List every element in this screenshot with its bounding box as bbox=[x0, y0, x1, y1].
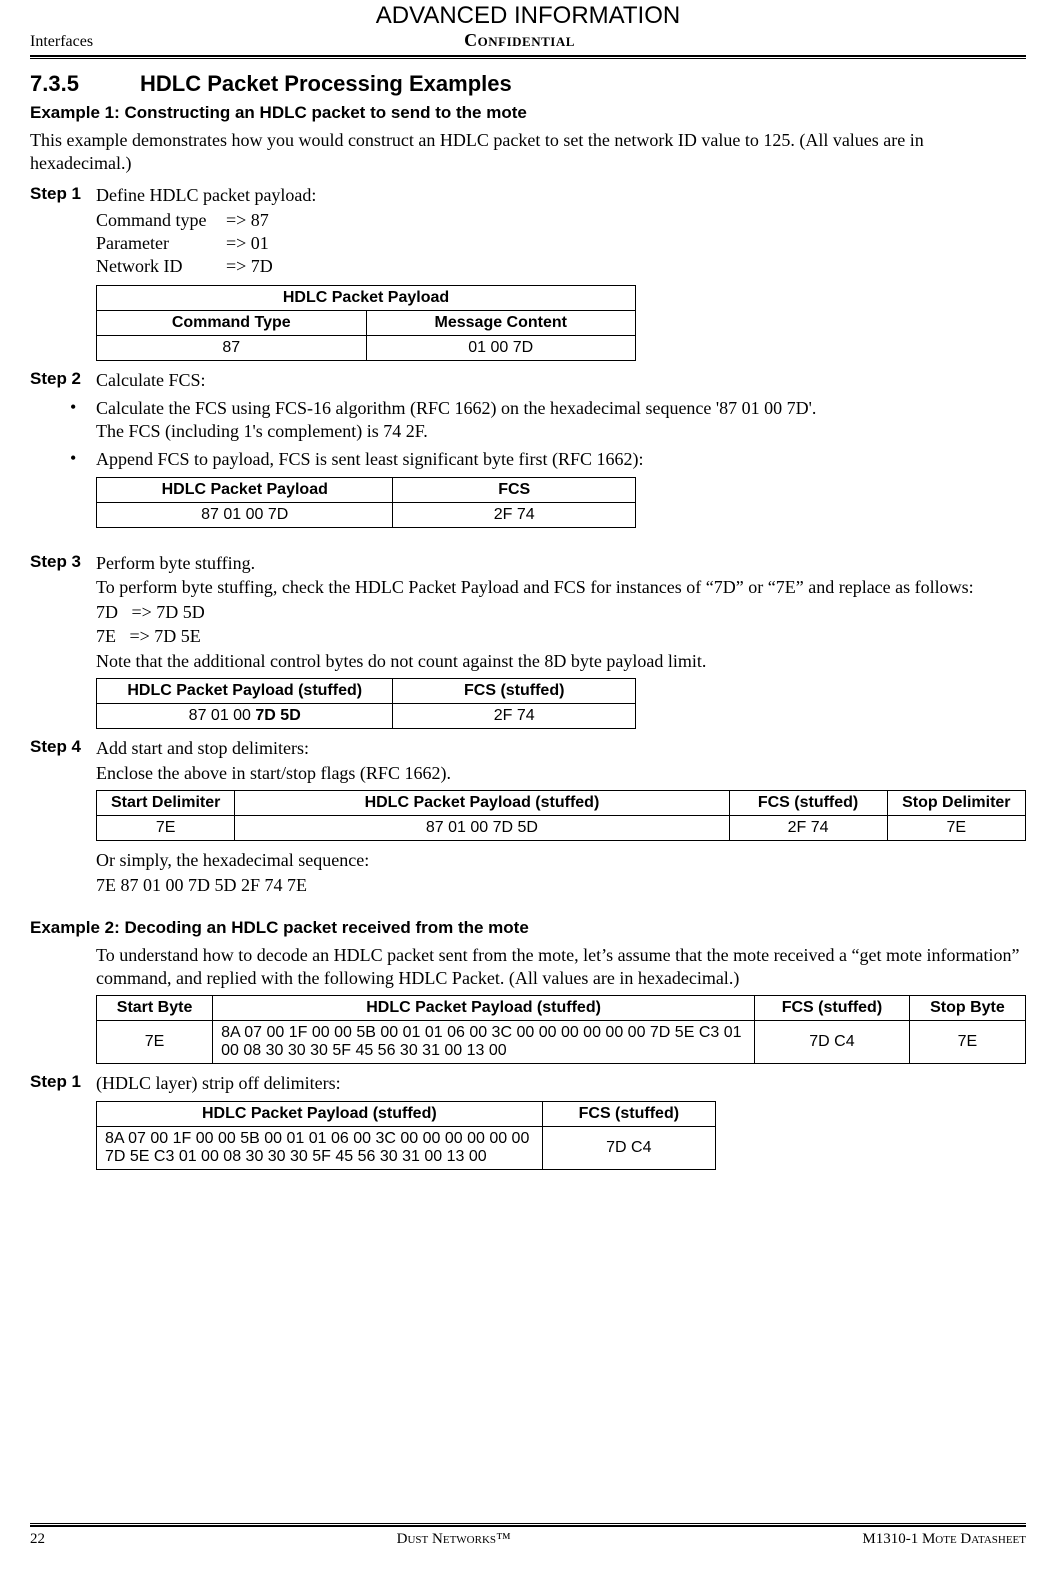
example2-title: Example 2: Decoding an HDLC packet recei… bbox=[30, 918, 1026, 938]
kv-key: Command type bbox=[96, 209, 226, 232]
table-header: HDLC Packet Payload bbox=[97, 477, 393, 502]
example2-intro: To understand how to decode an HDLC pack… bbox=[96, 944, 1026, 989]
step3-table: HDLC Packet Payload (stuffed) FCS (stuff… bbox=[96, 678, 636, 729]
table-header: Command Type bbox=[97, 310, 367, 335]
step4-seq: 7E 87 01 00 7D 5D 2F 74 7E bbox=[96, 874, 1026, 897]
step3-text: Perform byte stuffing. bbox=[96, 552, 255, 575]
step3-rule2: 7E => 7D 5E bbox=[96, 625, 1026, 648]
table-header: Start Byte bbox=[97, 996, 213, 1021]
step1-text: Define HDLC packet payload: bbox=[96, 184, 316, 207]
ex2-step1-label: Step 1 bbox=[30, 1072, 96, 1092]
step3-para: To perform byte stuffing, check the HDLC… bbox=[96, 576, 1026, 599]
table-cell: 7D C4 bbox=[755, 1021, 910, 1064]
footer-doc: M1310-1 Mote Datasheet bbox=[862, 1531, 1026, 1548]
kv-key: Parameter bbox=[96, 232, 226, 255]
table-header: HDLC Packet Payload bbox=[97, 285, 636, 310]
table-cell: 7E bbox=[909, 1021, 1025, 1064]
step4-para: Enclose the above in start/stop flags (R… bbox=[96, 762, 1026, 785]
step1-kv-row: Network ID=> 7D bbox=[96, 255, 1026, 278]
bullet-line: Calculate the FCS using FCS-16 algorithm… bbox=[96, 398, 816, 418]
table-cell: 7E bbox=[887, 816, 1025, 841]
step2-table: HDLC Packet Payload FCS 87 01 00 7D 2F 7… bbox=[96, 477, 636, 528]
ex2-step1-table: HDLC Packet Payload (stuffed) FCS (stuff… bbox=[96, 1101, 716, 1170]
table-cell: 01 00 7D bbox=[366, 335, 636, 360]
bullet-icon: • bbox=[70, 448, 96, 470]
footer-page: 22 bbox=[30, 1531, 45, 1548]
footer-rule-thin bbox=[30, 1523, 1026, 1524]
step4-table: Start Delimiter HDLC Packet Payload (stu… bbox=[96, 790, 1026, 841]
step3-label: Step 3 bbox=[30, 552, 96, 572]
table-header: FCS (stuffed) bbox=[393, 679, 636, 704]
table-header: HDLC Packet Payload (stuffed) bbox=[97, 1101, 543, 1126]
table-header: FCS bbox=[393, 477, 636, 502]
bullet-icon: • bbox=[70, 397, 96, 419]
ex2-step1-text: (HDLC layer) strip off delimiters: bbox=[96, 1072, 341, 1095]
header-confidential: Confidential bbox=[93, 30, 946, 51]
kv-val: => 01 bbox=[226, 233, 269, 253]
ex2-table0: Start Byte HDLC Packet Payload (stuffed)… bbox=[96, 995, 1026, 1064]
table-cell: 7E bbox=[97, 816, 235, 841]
step2-label: Step 2 bbox=[30, 369, 96, 389]
example1-title: Example 1: Constructing an HDLC packet t… bbox=[30, 103, 1026, 123]
table-cell: 2F 74 bbox=[393, 502, 636, 527]
cell-text: 87 01 00 bbox=[189, 707, 256, 724]
kv-val: => 87 bbox=[226, 210, 269, 230]
step2-bullet2: Append FCS to payload, FCS is sent least… bbox=[96, 448, 644, 471]
step2-text: Calculate FCS: bbox=[96, 369, 206, 392]
table-cell: 8A 07 00 1F 00 00 5B 00 01 01 06 00 3C 0… bbox=[97, 1126, 543, 1169]
table-header: Message Content bbox=[366, 310, 636, 335]
table-cell: 8A 07 00 1F 00 00 5B 00 01 01 06 00 3C 0… bbox=[213, 1021, 755, 1064]
step2-bullet1: Calculate the FCS using FCS-16 algorithm… bbox=[96, 397, 816, 442]
header-section: Interfaces bbox=[30, 33, 93, 51]
table-cell: 7E bbox=[97, 1021, 213, 1064]
step4-text: Add start and stop delimiters: bbox=[96, 737, 309, 760]
bullet-line: The FCS (including 1's complement) is 74… bbox=[96, 421, 428, 441]
table-cell: 87 01 00 7D 5D bbox=[97, 704, 393, 729]
kv-key: Network ID bbox=[96, 255, 226, 278]
table-cell: 87 01 00 7D 5D bbox=[235, 816, 729, 841]
table-header: FCS (stuffed) bbox=[729, 791, 887, 816]
table-header: FCS (stuffed) bbox=[755, 996, 910, 1021]
table-header: HDLC Packet Payload (stuffed) bbox=[213, 996, 755, 1021]
footer-company: Dust Networks™ bbox=[397, 1531, 511, 1548]
table-cell: 87 bbox=[97, 335, 367, 360]
footer-rule-thick bbox=[30, 1525, 1026, 1527]
kv-val: => 7D bbox=[226, 256, 273, 276]
step3-note: Note that the additional control bytes d… bbox=[96, 650, 1026, 673]
table-cell: 7D C4 bbox=[542, 1126, 715, 1169]
table-cell: 2F 74 bbox=[729, 816, 887, 841]
table-header: Start Delimiter bbox=[97, 791, 235, 816]
step1-table: HDLC Packet Payload Command Type Message… bbox=[96, 285, 636, 361]
header-rule-thick bbox=[30, 55, 1026, 57]
table-header: FCS (stuffed) bbox=[542, 1101, 715, 1126]
step4-label: Step 4 bbox=[30, 737, 96, 757]
step1-label: Step 1 bbox=[30, 184, 96, 204]
table-header: HDLC Packet Payload (stuffed) bbox=[97, 679, 393, 704]
section-number: 7.3.5 bbox=[30, 71, 140, 97]
table-cell: 87 01 00 7D bbox=[97, 502, 393, 527]
section-heading: 7.3.5HDLC Packet Processing Examples bbox=[30, 71, 1026, 97]
header-rule-thin bbox=[30, 58, 1026, 59]
table-header: Stop Delimiter bbox=[887, 791, 1025, 816]
cell-text-bold: 7D 5D bbox=[255, 707, 300, 724]
example1-intro: This example demonstrates how you would … bbox=[30, 129, 1026, 174]
step1-kv-row: Command type=> 87 bbox=[96, 209, 1026, 232]
header-advanced: ADVANCED INFORMATION bbox=[30, 0, 1026, 30]
step1-kv-row: Parameter=> 01 bbox=[96, 232, 1026, 255]
section-title: HDLC Packet Processing Examples bbox=[140, 71, 512, 96]
step4-or: Or simply, the hexadecimal sequence: bbox=[96, 849, 1026, 872]
table-cell: 2F 74 bbox=[393, 704, 636, 729]
table-header: Stop Byte bbox=[909, 996, 1025, 1021]
step3-rule1: 7D => 7D 5D bbox=[96, 601, 1026, 624]
table-header: HDLC Packet Payload (stuffed) bbox=[235, 791, 729, 816]
